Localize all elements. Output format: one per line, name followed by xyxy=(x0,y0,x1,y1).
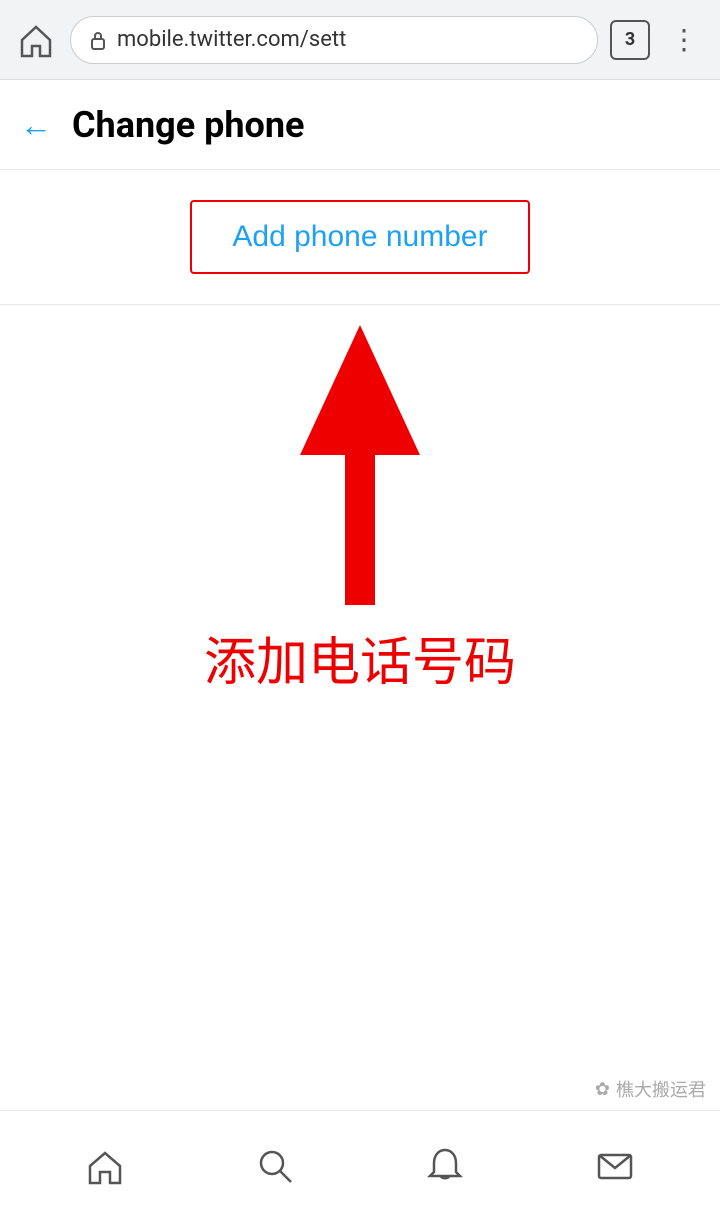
home-nav-icon xyxy=(85,1146,125,1186)
back-button[interactable]: ← xyxy=(20,106,52,144)
annotation-chinese-text: 添加电话号码 xyxy=(204,620,516,695)
mail-nav-icon xyxy=(595,1146,635,1186)
search-nav-icon xyxy=(255,1146,295,1186)
lock-icon xyxy=(87,29,109,51)
browser-home-icon[interactable] xyxy=(14,18,58,62)
add-phone-section: Add phone number xyxy=(0,170,720,305)
watermark-text: 樵大搬运君 xyxy=(616,1076,706,1102)
tab-count-badge[interactable]: 3 xyxy=(610,20,650,60)
page-header: ← Change phone xyxy=(0,80,720,170)
search-nav-item[interactable] xyxy=(235,1126,315,1206)
red-arrow-annotation xyxy=(300,325,420,605)
bottom-nav xyxy=(0,1110,720,1220)
notifications-nav-item[interactable] xyxy=(405,1126,485,1206)
add-phone-button[interactable]: Add phone number xyxy=(190,200,529,274)
watermark-icon: ✿ xyxy=(595,1079,610,1100)
messages-nav-item[interactable] xyxy=(575,1126,655,1206)
browser-bar: mobile.twitter.com/sett 3 ⋮ xyxy=(0,0,720,80)
bell-nav-icon xyxy=(425,1146,465,1186)
url-text: mobile.twitter.com/sett xyxy=(117,27,346,52)
address-bar[interactable]: mobile.twitter.com/sett xyxy=(70,16,598,64)
watermark: ✿ 樵大搬运君 xyxy=(595,1076,706,1102)
browser-menu-icon[interactable]: ⋮ xyxy=(662,19,706,60)
home-nav-item[interactable] xyxy=(65,1126,145,1206)
annotation-area: 添加电话号码 xyxy=(0,305,720,745)
page-title: Change phone xyxy=(72,104,304,146)
